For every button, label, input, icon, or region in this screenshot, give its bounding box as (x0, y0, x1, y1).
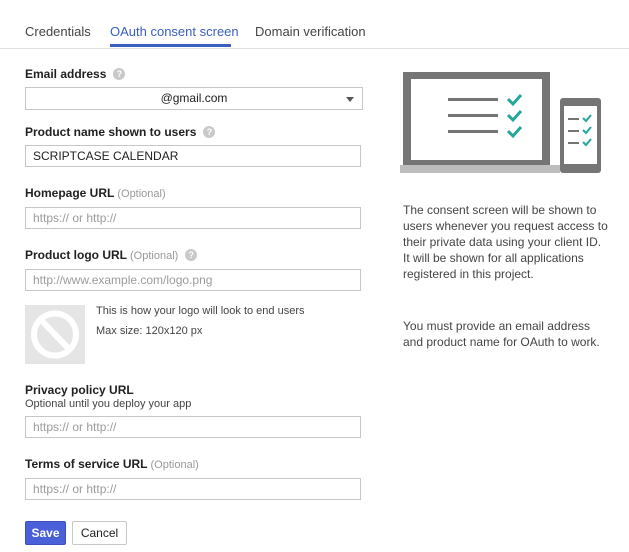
help-icon[interactable]: ? (185, 248, 198, 261)
cancel-button[interactable]: Cancel (72, 521, 127, 545)
oauth-requirement-text: You must provide an email address and pr… (403, 319, 600, 349)
privacy-policy-sublabel: Optional until you deploy your app (25, 398, 192, 410)
privacy-policy-label: Privacy policy URL (25, 383, 134, 397)
homepage-url-input[interactable]: https:// or http:// (25, 207, 361, 229)
logo-preview (25, 305, 85, 364)
tab-credentials[interactable]: Credentials (25, 24, 91, 39)
email-select-value: @gmail.com (160, 91, 228, 105)
help-icon[interactable]: ? (203, 125, 216, 138)
help-icon[interactable]: ? (113, 67, 126, 80)
logo-preview-caption: This is how your logo will look to end u… (96, 305, 305, 317)
active-tab-indicator (110, 44, 231, 47)
tos-input[interactable]: https:// or http:// (25, 478, 361, 500)
product-name-input[interactable]: SCRIPTCASE CALENDAR (25, 145, 361, 167)
consent-info-text: The consent screen will be shown to user… (403, 203, 608, 281)
product-name-label: Product name shown to users? (25, 125, 216, 139)
tab-domain-verification[interactable]: Domain verification (255, 24, 366, 39)
logo-url-label: Product logo URL (Optional)? (25, 248, 198, 262)
tab-oauth-consent-screen[interactable]: OAuth consent screen (110, 24, 239, 39)
logo-url-input[interactable]: http://www.example.com/logo.png (25, 269, 361, 291)
tab-bar: Credentials OAuth consent screen Domain … (0, 0, 629, 49)
laptop-phone-illustration (400, 72, 601, 173)
save-button[interactable]: Save (25, 521, 66, 545)
email-label: Email address? (25, 67, 126, 81)
tos-label: Terms of service URL (Optional) (25, 457, 199, 471)
dropdown-caret-icon (346, 97, 354, 102)
homepage-url-label: Homepage URL (Optional) (25, 186, 166, 200)
email-select[interactable]: @gmail.com (25, 87, 363, 110)
privacy-policy-input[interactable]: https:// or http:// (25, 416, 361, 438)
logo-max-size: Max size: 120x120 px (96, 325, 203, 337)
no-logo-icon (31, 310, 79, 359)
